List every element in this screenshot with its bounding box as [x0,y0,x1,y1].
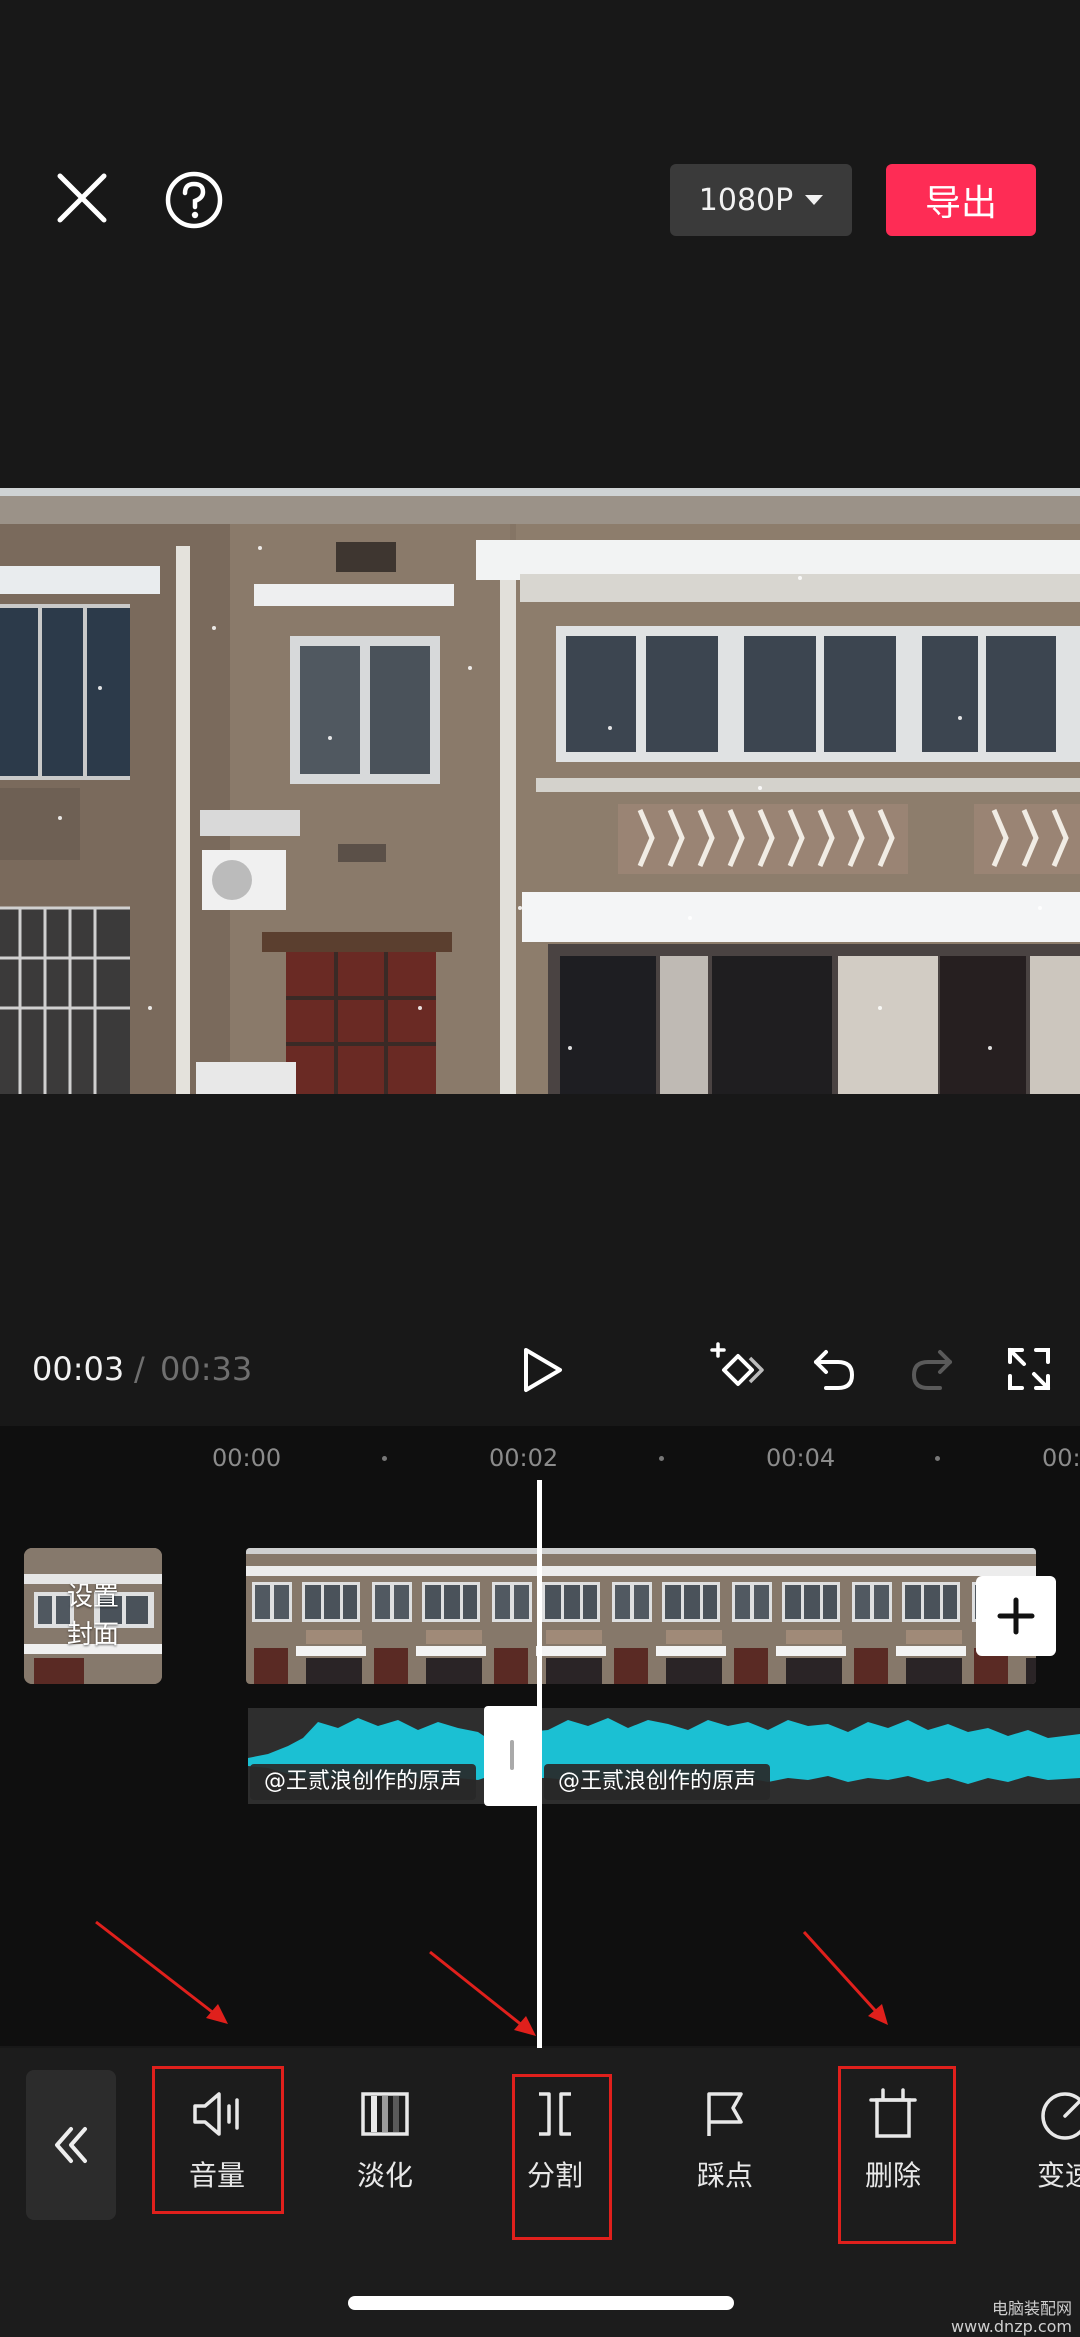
time-separator: / [134,1350,145,1388]
ruler-label: 00:02 [489,1444,559,1472]
ruler-dot [659,1456,664,1461]
speed-icon [1041,2092,1080,2140]
redo-button[interactable] [908,1346,954,1392]
tool-beat[interactable]: 踩点 [670,2084,780,2204]
collapse-button[interactable] [26,2070,116,2220]
drag-grip [510,1740,514,1770]
audio-split-handle[interactable] [484,1706,540,1806]
undo-button[interactable] [812,1346,858,1392]
export-button[interactable]: 导出 [886,164,1036,236]
tool-label: 踩点 [696,2159,753,2192]
audio-clip-label: @王贰浪创作的原声 [544,1764,771,1800]
watermark: 电脑装配网 www.dnzp.com [951,2299,1072,2336]
home-indicator [348,2296,734,2310]
fullscreen-icon [1008,1348,1050,1390]
audio-clip-label: @王贰浪创作的原声 [250,1764,477,1800]
double-chevron-left-icon [55,2127,87,2163]
tool-fade[interactable]: 淡化 [330,2084,440,2204]
redo-icon [911,1350,952,1390]
caret-down-icon [805,195,824,205]
current-time: 00:03 [32,1350,125,1388]
ruler-dot [935,1456,940,1461]
plus-icon [997,1597,1035,1635]
ruler-dot [382,1456,387,1461]
resolution-dropdown[interactable]: 1080P [670,164,852,236]
set-cover-button[interactable]: 设置 封面 [24,1548,162,1684]
video-preview[interactable] [0,488,1080,1094]
fade-icon [361,2092,409,2136]
keyframe-button[interactable] [710,1342,768,1398]
play-icon [524,1348,562,1392]
tool-label: 淡化 [356,2159,413,2192]
video-frame-image [0,488,1080,1094]
resolution-label: 1080P [698,182,794,218]
ruler-label: 00:04 [766,1444,836,1472]
highlight-delete [838,2066,956,2244]
ruler-label: 00: [1042,1444,1080,1472]
highlight-volume [152,2066,284,2214]
ruler-label: 00:00 [212,1444,282,1472]
close-icon [57,173,107,223]
fullscreen-button[interactable] [1006,1346,1052,1392]
tool-speed[interactable]: 变速 [1010,2084,1080,2204]
keyframe-icon [710,1342,764,1386]
flag-icon [707,2092,743,2136]
close-button[interactable] [54,170,110,226]
tool-label: 变速 [1036,2159,1080,2192]
annotation-arrows [95,1920,888,2036]
total-time: 00:33 [160,1350,253,1388]
help-icon [165,171,223,229]
add-clip-button[interactable] [976,1576,1056,1656]
highlight-split [512,2074,612,2240]
play-button[interactable] [520,1346,564,1394]
help-button[interactable] [164,170,224,230]
undo-icon [814,1350,855,1390]
video-clip-track[interactable] [246,1548,1036,1684]
video-clip-thumbnails [246,1548,1036,1684]
set-cover-label: 设置 封面 [66,1582,119,1650]
